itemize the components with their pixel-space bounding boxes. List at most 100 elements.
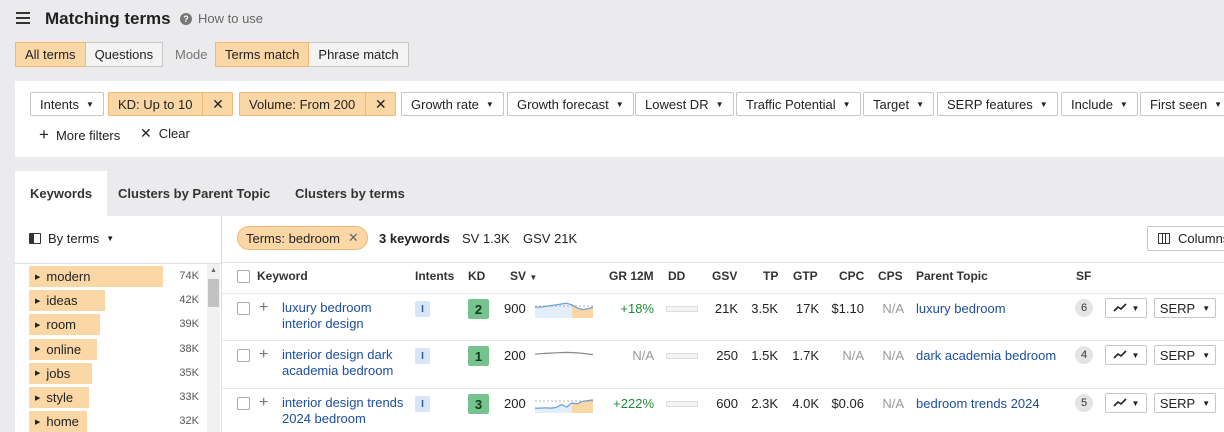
col-cpc[interactable]: CPC (839, 269, 864, 283)
scroll-up-icon[interactable]: ▲ (210, 267, 217, 274)
terms-filter-chip[interactable]: Terms: bedroom ✕ (237, 226, 368, 250)
serp-dropdown[interactable]: SERP ▼ (1154, 345, 1216, 365)
keyword-link[interactable]: luxury bedroom interior design (282, 300, 407, 332)
intent-badge[interactable]: I (415, 348, 430, 364)
col-sv[interactable]: SV ▼ (510, 269, 537, 283)
expand-icon[interactable]: ▶ (35, 394, 40, 402)
gsv-value: 250 (716, 348, 738, 363)
col-intents[interactable]: Intents (415, 269, 454, 283)
term-count: 33K (179, 391, 199, 403)
close-icon[interactable]: ✕ (202, 92, 232, 116)
chevron-down-icon: ▼ (106, 234, 115, 243)
sf-count[interactable]: 6 (1075, 299, 1093, 317)
col-tp[interactable]: TP (763, 269, 778, 283)
keyword-link[interactable]: interior design trends 2024 bedroom (282, 395, 407, 427)
target-filter[interactable]: Target ▼ (863, 92, 935, 116)
volume-filter[interactable]: Volume: From 200 ✕ (239, 92, 397, 116)
parent-topic-link[interactable]: dark academia bedroom (916, 348, 1056, 363)
trend-dropdown[interactable]: ▼ (1105, 393, 1147, 413)
intent-badge[interactable]: I (415, 301, 430, 317)
serp-dropdown[interactable]: SERP ▼ (1154, 393, 1216, 413)
chevron-down-icon: ▼ (916, 99, 925, 109)
expand-icon[interactable]: ▶ (35, 418, 40, 426)
serp-dropdown[interactable]: SERP ▼ (1154, 298, 1216, 318)
term-count: 39K (179, 318, 199, 331)
col-dd[interactable]: DD (668, 269, 685, 283)
growth-rate-filter[interactable]: Growth rate ▼ (401, 92, 504, 116)
parent-topic-link[interactable]: bedroom trends 2024 (916, 396, 1040, 411)
growth-forecast-filter[interactable]: Growth forecast ▼ (507, 92, 634, 116)
plus-icon[interactable]: + (259, 347, 268, 363)
keyword-link[interactable]: interior design dark academia bedroom (282, 347, 407, 379)
col-gtp[interactable]: GTP (793, 269, 818, 283)
more-filters-button[interactable]: + More filters (39, 125, 120, 145)
expand-icon[interactable]: ▶ (35, 345, 40, 353)
plus-icon[interactable]: + (259, 395, 268, 411)
select-all-checkbox[interactable] (237, 270, 250, 283)
serp-features-filter[interactable]: SERP features ▼ (937, 92, 1058, 116)
trend-chart-icon (1112, 350, 1127, 359)
sf-count[interactable]: 5 (1075, 394, 1093, 412)
chevron-down-icon: ▼ (1131, 398, 1140, 408)
col-kd[interactable]: KD (468, 269, 485, 283)
gsv-value: 21K (714, 301, 738, 316)
parent-topic-link[interactable]: luxury bedroom (916, 301, 1006, 316)
gtp-value: 1.7K (792, 348, 819, 363)
chevron-down-icon: ▼ (1202, 398, 1211, 408)
trend-dropdown[interactable]: ▼ (1105, 298, 1147, 318)
growth-value: +18% (620, 301, 654, 316)
expand-icon[interactable]: ▶ (35, 369, 40, 377)
col-gr[interactable]: GR 12M (609, 269, 654, 283)
close-icon[interactable]: ✕ (348, 230, 359, 246)
terms-match-button[interactable]: Terms match (215, 42, 310, 67)
chevron-down-icon: ▼ (485, 99, 494, 109)
chevron-down-icon: ▼ (1202, 303, 1211, 313)
tp-value: 2.3K (751, 396, 778, 411)
columns-button[interactable]: Columns (1147, 226, 1224, 251)
sidebar-scrollbar[interactable]: ▲ (207, 264, 220, 432)
col-sf[interactable]: SF (1076, 269, 1091, 283)
group-by-dropdown[interactable]: By terms ▼ (29, 231, 114, 246)
expand-icon[interactable]: ▶ (35, 321, 40, 329)
dd-bar (666, 353, 698, 359)
col-parent-topic[interactable]: Parent Topic (916, 269, 988, 283)
tab-clusters-by-terms[interactable]: Clusters by terms (295, 171, 405, 216)
term-label: ideas (46, 293, 78, 309)
keyword-count: 3 keywords (379, 231, 450, 246)
trend-sparkline[interactable] (535, 345, 593, 365)
cpc-value: N/A (842, 348, 864, 363)
scroll-thumb[interactable] (208, 279, 219, 307)
row-checkbox[interactable] (237, 397, 250, 410)
expand-icon[interactable]: ▶ (35, 273, 40, 281)
how-to-use-link[interactable]: ? How to use (180, 11, 263, 26)
tab-clusters-by-parent-topic[interactable]: Clusters by Parent Topic (118, 171, 270, 216)
all-terms-button[interactable]: All terms (15, 42, 86, 67)
plus-icon[interactable]: + (259, 300, 268, 316)
trend-sparkline[interactable] (535, 298, 593, 318)
col-keyword[interactable]: Keyword (257, 269, 308, 283)
term-type-toggle: All terms Questions (15, 42, 164, 67)
trend-dropdown[interactable]: ▼ (1105, 345, 1147, 365)
expand-icon[interactable]: ▶ (35, 297, 40, 305)
questions-button[interactable]: Questions (85, 42, 164, 67)
close-icon[interactable]: ✕ (365, 92, 395, 116)
sidebar-layout-icon (29, 233, 41, 244)
col-cps[interactable]: CPS (878, 269, 903, 283)
clear-filters-button[interactable]: ✕ Clear (140, 125, 190, 142)
gtp-value: 17K (795, 301, 819, 316)
phrase-match-button[interactable]: Phrase match (309, 42, 409, 67)
first-seen-filter[interactable]: First seen ▼ (1140, 92, 1224, 116)
col-gsv[interactable]: GSV (712, 269, 737, 283)
sf-count[interactable]: 4 (1075, 346, 1093, 364)
intent-badge[interactable]: I (415, 396, 430, 412)
menu-icon[interactable] (16, 12, 30, 24)
row-checkbox[interactable] (237, 302, 250, 315)
traffic-potential-filter[interactable]: Traffic Potential ▼ (736, 92, 861, 116)
row-checkbox[interactable] (237, 349, 250, 362)
lowest-dr-filter[interactable]: Lowest DR ▼ (635, 92, 734, 116)
include-filter[interactable]: Include ▼ (1061, 92, 1138, 116)
intents-filter[interactable]: Intents ▼ (30, 92, 104, 116)
kd-filter[interactable]: KD: Up to 10 ✕ (108, 92, 234, 116)
tab-keywords[interactable]: Keywords (15, 171, 108, 216)
trend-sparkline[interactable] (535, 393, 593, 413)
